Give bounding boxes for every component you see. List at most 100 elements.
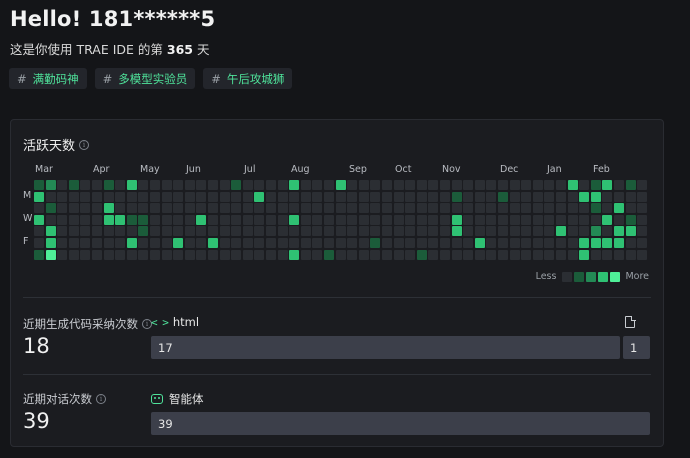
heatmap-cell[interactable] xyxy=(590,238,601,248)
heatmap-cell[interactable] xyxy=(103,238,114,248)
heatmap-cell[interactable] xyxy=(463,226,474,237)
heatmap-cell[interactable] xyxy=(277,180,288,190)
heatmap-cell[interactable] xyxy=(532,214,543,225)
heatmap-cell[interactable] xyxy=(312,249,323,260)
heatmap-cell[interactable] xyxy=(138,203,149,214)
heatmap-cell[interactable] xyxy=(34,180,44,190)
heatmap-cell[interactable] xyxy=(231,214,242,225)
heatmap-cell[interactable] xyxy=(161,203,172,214)
heatmap-cell[interactable] xyxy=(34,203,44,214)
heatmap-cell[interactable] xyxy=(509,214,520,225)
heatmap-cell[interactable] xyxy=(335,203,346,214)
heatmap-cell[interactable] xyxy=(590,180,601,190)
heatmap-cell[interactable] xyxy=(68,203,79,214)
heatmap-cell[interactable] xyxy=(486,238,497,248)
heatmap-cell[interactable] xyxy=(370,249,381,260)
heatmap-cell[interactable] xyxy=(208,249,218,260)
heatmap-cell[interactable] xyxy=(289,238,300,248)
heatmap-cell[interactable] xyxy=(126,238,137,248)
heatmap-cell[interactable] xyxy=(173,191,184,202)
heatmap-cell[interactable] xyxy=(382,203,392,214)
heatmap-cell[interactable] xyxy=(567,238,578,248)
heatmap-cell[interactable] xyxy=(637,180,648,190)
heatmap-cell[interactable] xyxy=(474,180,485,190)
heatmap-cell[interactable] xyxy=(219,238,230,248)
heatmap-cell[interactable] xyxy=(567,180,578,190)
heatmap-cell[interactable] xyxy=(68,226,79,237)
heatmap-cell[interactable] xyxy=(498,226,508,237)
heatmap-cell[interactable] xyxy=(277,226,288,237)
heatmap-cell[interactable] xyxy=(567,249,578,260)
heatmap-cell[interactable] xyxy=(231,180,242,190)
heatmap-cell[interactable] xyxy=(625,238,636,248)
heatmap-cell[interactable] xyxy=(312,203,323,214)
heatmap-cell[interactable] xyxy=(92,238,102,248)
heatmap-cell[interactable] xyxy=(474,249,485,260)
heatmap-cell[interactable] xyxy=(300,214,311,225)
heatmap-cell[interactable] xyxy=(521,249,532,260)
heatmap-cell[interactable] xyxy=(602,191,613,202)
tag-badge[interactable]: # 满勤码神 xyxy=(9,68,87,89)
heatmap-cell[interactable] xyxy=(103,226,114,237)
heatmap-cell[interactable] xyxy=(463,180,474,190)
heatmap-cell[interactable] xyxy=(416,191,427,202)
heatmap-cell[interactable] xyxy=(115,238,126,248)
heatmap-cell[interactable] xyxy=(556,191,566,202)
heatmap-cell[interactable] xyxy=(532,226,543,237)
heatmap-cell[interactable] xyxy=(173,180,184,190)
heatmap-cell[interactable] xyxy=(393,191,404,202)
heatmap-cell[interactable] xyxy=(150,180,160,190)
heatmap-cell[interactable] xyxy=(277,214,288,225)
heatmap-cell[interactable] xyxy=(34,238,44,248)
heatmap-cell[interactable] xyxy=(289,180,300,190)
heatmap-cell[interactable] xyxy=(637,249,648,260)
heatmap-cell[interactable] xyxy=(625,203,636,214)
heatmap-cell[interactable] xyxy=(300,238,311,248)
heatmap-cell[interactable] xyxy=(590,226,601,237)
heatmap-cell[interactable] xyxy=(277,249,288,260)
heatmap-cell[interactable] xyxy=(498,249,508,260)
heatmap-cell[interactable] xyxy=(567,214,578,225)
heatmap-cell[interactable] xyxy=(625,214,636,225)
heatmap-cell[interactable] xyxy=(532,180,543,190)
heatmap-cell[interactable] xyxy=(92,180,102,190)
heatmap-cell[interactable] xyxy=(126,203,137,214)
heatmap-cell[interactable] xyxy=(347,203,358,214)
heatmap-cell[interactable] xyxy=(289,249,300,260)
heatmap-cell[interactable] xyxy=(358,226,369,237)
heatmap-cell[interactable] xyxy=(521,191,532,202)
heatmap-cell[interactable] xyxy=(45,203,56,214)
heatmap-cell[interactable] xyxy=(614,238,624,248)
heatmap-cell[interactable] xyxy=(150,203,160,214)
heatmap-cell[interactable] xyxy=(451,191,462,202)
heatmap-cell[interactable] xyxy=(80,214,91,225)
heatmap-cell[interactable] xyxy=(347,180,358,190)
heatmap-cell[interactable] xyxy=(184,214,195,225)
heatmap-cell[interactable] xyxy=(103,214,114,225)
heatmap-cell[interactable] xyxy=(544,214,555,225)
heatmap-cell[interactable] xyxy=(242,249,253,260)
heatmap-cell[interactable] xyxy=(173,226,184,237)
heatmap-cell[interactable] xyxy=(266,249,276,260)
heatmap-cell[interactable] xyxy=(614,203,624,214)
heatmap-cell[interactable] xyxy=(161,214,172,225)
heatmap-cell[interactable] xyxy=(126,226,137,237)
heatmap-cell[interactable] xyxy=(405,203,416,214)
heatmap-cell[interactable] xyxy=(440,214,450,225)
heatmap-cell[interactable] xyxy=(208,191,218,202)
heatmap-cell[interactable] xyxy=(486,191,497,202)
heatmap-cell[interactable] xyxy=(509,249,520,260)
heatmap-cell[interactable] xyxy=(208,214,218,225)
heatmap-cell[interactable] xyxy=(393,203,404,214)
heatmap-cell[interactable] xyxy=(184,180,195,190)
heatmap-cell[interactable] xyxy=(358,180,369,190)
heatmap-cell[interactable] xyxy=(68,238,79,248)
heatmap-cell[interactable] xyxy=(637,226,648,237)
heatmap-cell[interactable] xyxy=(451,226,462,237)
heatmap-cell[interactable] xyxy=(532,203,543,214)
heatmap-cell[interactable] xyxy=(80,180,91,190)
heatmap-cell[interactable] xyxy=(115,249,126,260)
tag-badge[interactable]: # 多模型实验员 xyxy=(94,68,196,89)
heatmap-cell[interactable] xyxy=(300,226,311,237)
heatmap-cell[interactable] xyxy=(34,191,44,202)
